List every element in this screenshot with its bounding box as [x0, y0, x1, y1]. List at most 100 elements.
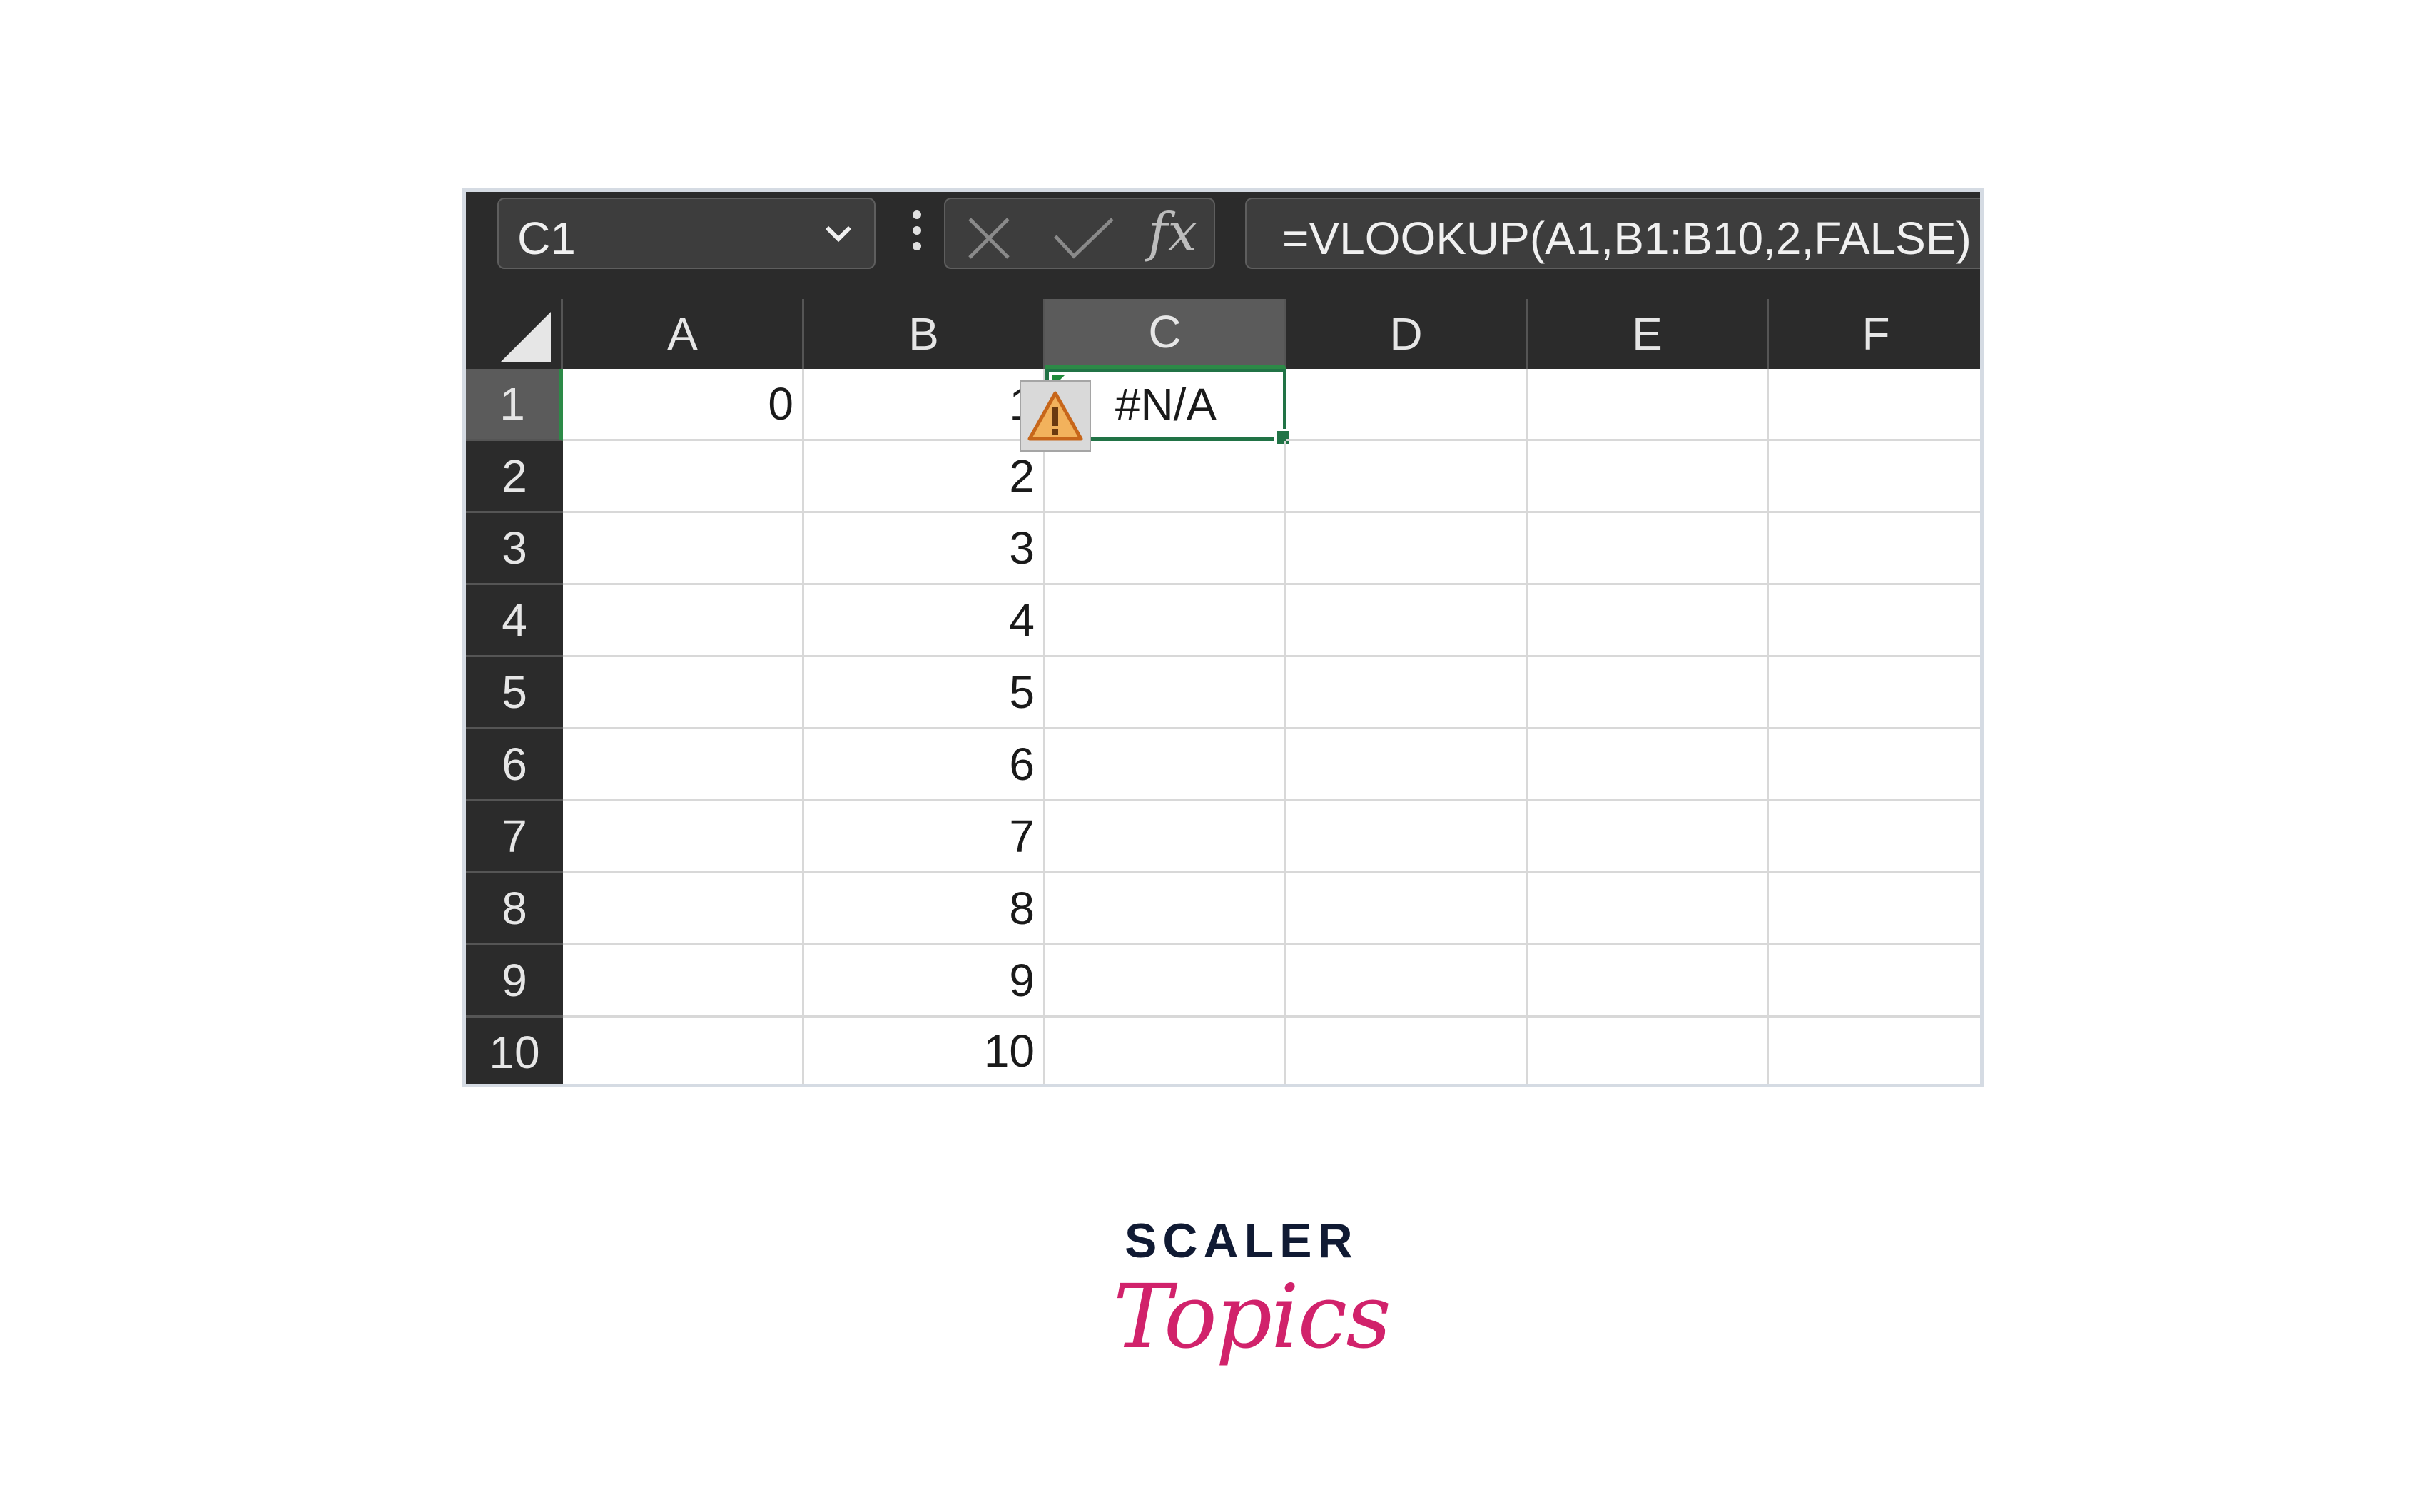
spreadsheet-window: C1 fx =VLOOKUP(A1,B1:B10,2,FALSE) A B C	[462, 188, 1984, 1087]
cell-a7[interactable]	[563, 801, 804, 873]
row-header-10[interactable]: 10	[466, 1018, 563, 1084]
cell-e1[interactable]	[1528, 369, 1769, 441]
row-header-7[interactable]: 7	[466, 801, 563, 873]
cell-e7[interactable]	[1528, 801, 1769, 873]
cell-b6[interactable]: 6	[804, 729, 1045, 801]
cell-e4[interactable]	[1528, 585, 1769, 657]
column-header-e[interactable]: E	[1528, 299, 1769, 369]
cell-b1[interactable]: 1	[804, 369, 1045, 441]
column-header-a[interactable]: A	[563, 299, 804, 369]
logo-scaler-text: SCALER	[1125, 1214, 1359, 1268]
cell-b7[interactable]: 7	[804, 801, 1045, 873]
cell-c7[interactable]	[1045, 801, 1286, 873]
formula-controls: fx	[944, 198, 1215, 269]
cell-d4[interactable]	[1286, 585, 1528, 657]
cell-e9[interactable]	[1528, 945, 1769, 1018]
chevron-down-icon[interactable]	[818, 213, 858, 257]
row-header-6[interactable]: 6	[466, 729, 563, 801]
cell-c8[interactable]	[1045, 873, 1286, 945]
cell-value: 7	[1009, 811, 1035, 862]
cell-b5[interactable]: 5	[804, 657, 1045, 729]
cell-c10[interactable]	[1045, 1018, 1286, 1084]
cell-value: 5	[1009, 666, 1035, 718]
function-icon[interactable]: fx	[1148, 202, 1197, 263]
cell-f2[interactable]	[1769, 441, 1980, 513]
cell-a4[interactable]	[563, 585, 804, 657]
row-header-1[interactable]: 1	[466, 369, 563, 441]
cell-a2[interactable]	[563, 441, 804, 513]
cell-f9[interactable]	[1769, 945, 1980, 1018]
select-all-button[interactable]	[466, 299, 563, 369]
cell-c4[interactable]	[1045, 585, 1286, 657]
cell-a6[interactable]	[563, 729, 804, 801]
cell-value: 6	[1009, 739, 1035, 790]
cell-d6[interactable]	[1286, 729, 1528, 801]
cell-f3[interactable]	[1769, 513, 1980, 585]
cell-e10[interactable]	[1528, 1018, 1769, 1084]
cell-f1[interactable]	[1769, 369, 1980, 441]
cell-a3[interactable]	[563, 513, 804, 585]
cell-b10[interactable]: 10	[804, 1018, 1045, 1084]
row-header-5[interactable]: 5	[466, 657, 563, 729]
cell-value: 0	[768, 378, 793, 430]
cell-b4[interactable]: 4	[804, 585, 1045, 657]
cell-b8[interactable]: 8	[804, 873, 1045, 945]
cell-d10[interactable]	[1286, 1018, 1528, 1084]
cell-a10[interactable]	[563, 1018, 804, 1084]
cell-b2[interactable]: 2	[804, 441, 1045, 513]
cell-b3[interactable]: 3	[804, 513, 1045, 585]
cell-a8[interactable]	[563, 873, 804, 945]
column-header-c[interactable]: C	[1045, 299, 1286, 369]
cell-f6[interactable]	[1769, 729, 1980, 801]
cell-a9[interactable]	[563, 945, 804, 1018]
cell-c2[interactable]	[1045, 441, 1286, 513]
formula-text: =VLOOKUP(A1,B1:B10,2,FALSE)	[1282, 213, 1971, 264]
cell-value: 10	[983, 1025, 1035, 1077]
row-header-9[interactable]: 9	[466, 945, 563, 1018]
name-box-value: C1	[517, 213, 576, 264]
cell-d2[interactable]	[1286, 441, 1528, 513]
column-header-b[interactable]: B	[804, 299, 1045, 369]
cell-e5[interactable]	[1528, 657, 1769, 729]
cell-f4[interactable]	[1769, 585, 1980, 657]
error-warning-button[interactable]	[1020, 380, 1091, 452]
cell-e6[interactable]	[1528, 729, 1769, 801]
cell-value: #N/A	[1115, 379, 1217, 430]
cell-c5[interactable]	[1045, 657, 1286, 729]
cell-value: 8	[1009, 883, 1035, 934]
cell-value: 2	[1009, 450, 1035, 502]
cell-d9[interactable]	[1286, 945, 1528, 1018]
cell-c6[interactable]	[1045, 729, 1286, 801]
cell-c9[interactable]	[1045, 945, 1286, 1018]
cell-d3[interactable]	[1286, 513, 1528, 585]
cell-f8[interactable]	[1769, 873, 1980, 945]
row-header-3[interactable]: 3	[466, 513, 563, 585]
cell-a1[interactable]: 0	[563, 369, 804, 441]
cell-f5[interactable]	[1769, 657, 1980, 729]
row-header-8[interactable]: 8	[466, 873, 563, 945]
cell-e2[interactable]	[1528, 441, 1769, 513]
cell-e8[interactable]	[1528, 873, 1769, 945]
row-header-4[interactable]: 4	[466, 585, 563, 657]
formula-input[interactable]: =VLOOKUP(A1,B1:B10,2,FALSE)	[1245, 198, 1980, 269]
cell-a5[interactable]	[563, 657, 804, 729]
name-box[interactable]: C1	[497, 198, 876, 269]
formula-bar: C1 fx =VLOOKUP(A1,B1:B10,2,FALSE)	[466, 192, 1980, 299]
cell-f7[interactable]	[1769, 801, 1980, 873]
more-vert-icon[interactable]	[907, 208, 927, 261]
column-header-f[interactable]: F	[1769, 299, 1980, 369]
cell-e3[interactable]	[1528, 513, 1769, 585]
cell-d7[interactable]	[1286, 801, 1528, 873]
cell-d5[interactable]	[1286, 657, 1528, 729]
enter-icon[interactable]	[1051, 215, 1115, 265]
cell-f10[interactable]	[1769, 1018, 1980, 1084]
column-header-row: A B C D E F	[466, 299, 1980, 369]
cell-d1[interactable]	[1286, 369, 1528, 441]
cell-b9[interactable]: 9	[804, 945, 1045, 1018]
cell-d8[interactable]	[1286, 873, 1528, 945]
cell-c3[interactable]	[1045, 513, 1286, 585]
column-header-d[interactable]: D	[1286, 299, 1528, 369]
cancel-icon[interactable]	[964, 213, 1014, 267]
cell-grid: 01 #N/A 2 3 4 5 6 7 8 9 10	[563, 369, 1980, 1084]
row-header-2[interactable]: 2	[466, 441, 563, 513]
